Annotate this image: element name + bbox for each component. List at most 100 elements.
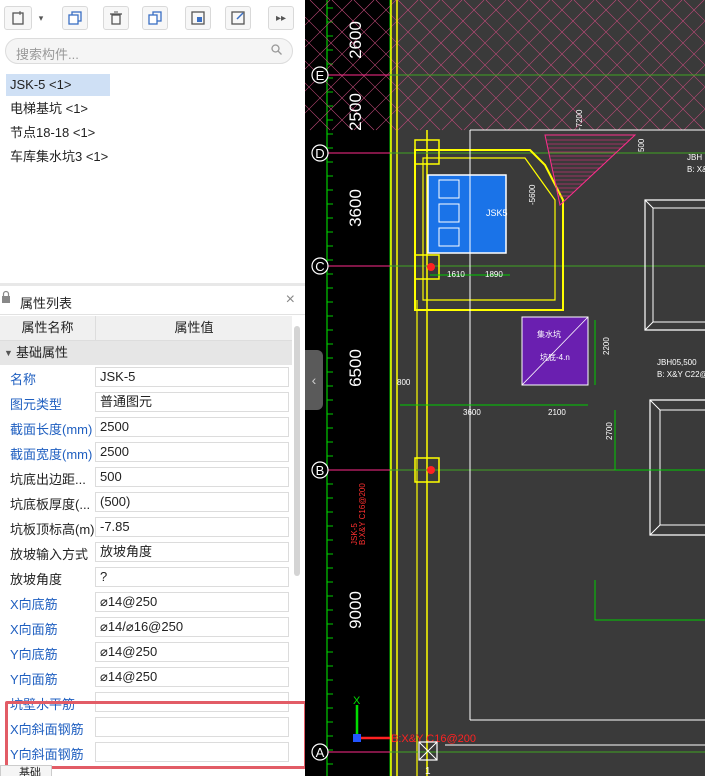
copy-button[interactable] xyxy=(62,6,88,30)
component-item-sump[interactable]: 车库集水坑3 <1> xyxy=(6,146,112,168)
property-value-input[interactable]: 普通图元 xyxy=(95,392,289,412)
property-value-input[interactable]: JSK-5 xyxy=(95,367,289,387)
property-row[interactable]: 放坡输入方式 放坡角度 xyxy=(0,540,292,565)
component-item-jsk5[interactable]: JSK-5 <1> xyxy=(6,74,110,96)
layer-copy-icon xyxy=(148,11,162,25)
cad-annotation: -7200 xyxy=(575,109,584,130)
property-name: 放坡角度 xyxy=(10,572,63,587)
property-name: 截面长度(mm) xyxy=(10,422,93,437)
cad-annotation: JBH xyxy=(687,153,702,162)
cad-annotation: 500 xyxy=(637,138,646,152)
dropdown-icon: ▾ xyxy=(38,12,44,23)
cad-annotation: B: X&Y C22@15 xyxy=(657,370,705,379)
pit-label: JSK5 xyxy=(486,208,508,218)
property-row[interactable]: 坑底板厚度(... (500) xyxy=(0,490,292,515)
property-value-input[interactable]: ⌀14@250 xyxy=(95,667,289,687)
property-name: 名称 xyxy=(10,372,37,387)
save-template-button[interactable] xyxy=(185,6,211,30)
axis-span-dimension: 3600 xyxy=(346,189,365,227)
property-name: X向面筋 xyxy=(10,622,58,637)
x-axis-label: B:X&Y C16@200 xyxy=(391,733,476,745)
property-value-input[interactable]: 放坡角度 xyxy=(95,542,289,562)
property-row[interactable]: 截面宽度(mm) 2500 xyxy=(0,440,292,465)
property-value-input[interactable]: ? xyxy=(95,567,289,587)
highlight-box xyxy=(5,701,305,769)
property-row[interactable]: Y向面筋 ⌀14@250 xyxy=(0,665,292,690)
property-row[interactable]: 名称 JSK-5 xyxy=(0,365,292,390)
component-panel: ▾ ▸▸ 搜索构件... JSK-5 <1> 电梯基坑 <1> 节点18-18 … xyxy=(0,0,305,776)
cad-annotation: 1610 xyxy=(447,270,465,279)
more-icon: ▸▸ xyxy=(275,12,287,24)
properties-scrollbar[interactable] xyxy=(294,326,300,576)
property-value-input[interactable]: 2500 xyxy=(95,417,289,437)
cad-annotation: 2700 xyxy=(605,422,614,440)
property-name: Y向底筋 xyxy=(10,647,58,662)
property-row[interactable]: 坑底出边距... 500 xyxy=(0,465,292,490)
axis-label: B xyxy=(316,463,325,478)
property-name: Y向面筋 xyxy=(10,672,58,687)
collapse-icon[interactable]: ▼ xyxy=(4,341,13,365)
axis-span-dimension: 6500 xyxy=(346,349,365,387)
new-component-button[interactable] xyxy=(4,6,32,30)
cad-annotation: 1 xyxy=(425,766,431,776)
property-name: 截面宽度(mm) xyxy=(10,447,93,462)
cad-annotation: B: X&Y xyxy=(687,165,705,174)
new-dropdown-button[interactable]: ▾ xyxy=(34,6,48,30)
cad-canvas[interactable]: JSK5 E 2600 D 2500 C 3600 B 6500 A 9000 800 1610 18… xyxy=(305,0,705,776)
y-axis-label: X xyxy=(353,695,361,707)
property-name: X向底筋 xyxy=(10,597,58,612)
col-name-header: 属性名称 xyxy=(0,316,96,340)
property-value-input[interactable]: (500) xyxy=(95,492,289,512)
properties-title: 属性列表 xyxy=(20,296,73,311)
property-value-input[interactable]: 2500 xyxy=(95,442,289,462)
property-value-input[interactable]: -7.85 xyxy=(95,517,289,537)
properties-table-header: 属性名称 属性值 xyxy=(0,316,292,341)
bottom-tab[interactable]: 基础图 xyxy=(0,765,52,776)
axis-label: A xyxy=(316,745,325,760)
col-value-header: 属性值 xyxy=(174,320,214,335)
cad-annotation: B:X&Y C16@200 xyxy=(358,483,367,545)
cad-annotation: 2100 xyxy=(548,408,566,417)
cad-annotation: 800 xyxy=(397,378,411,387)
property-value-input[interactable]: ⌀14/⌀16@250 xyxy=(95,617,289,637)
collapse-panel-button[interactable]: ‹ xyxy=(305,350,323,410)
component-toolbar: ▾ ▸▸ xyxy=(0,0,305,36)
properties-header: 属性列表 × xyxy=(0,288,305,315)
export-icon xyxy=(231,11,245,25)
search-icon[interactable] xyxy=(271,44,282,58)
property-row[interactable]: Y向底筋 ⌀14@250 xyxy=(0,640,292,665)
property-name: 坑板顶标高(m) xyxy=(10,522,94,537)
save-template-icon xyxy=(191,11,205,25)
property-row[interactable]: X向面筋 ⌀14/⌀16@250 xyxy=(0,615,292,640)
panel-divider[interactable] xyxy=(0,283,305,286)
lock-icon[interactable] xyxy=(1,290,11,307)
property-row[interactable]: 坑板顶标高(m) -7.85 xyxy=(0,515,292,540)
properties-group[interactable]: ▼ 基础属性 xyxy=(0,341,292,365)
export-button[interactable] xyxy=(225,6,251,30)
axis-span-dimension: 9000 xyxy=(346,591,365,629)
component-item-node[interactable]: 节点18-18 <1> xyxy=(6,122,99,144)
property-value-input[interactable]: ⌀14@250 xyxy=(95,642,289,662)
property-row[interactable]: 截面长度(mm) 2500 xyxy=(0,415,292,440)
cad-annotation: 2200 xyxy=(602,337,611,355)
chevron-left-icon: ‹ xyxy=(311,372,317,388)
cad-annotation: -5600 xyxy=(528,184,537,205)
component-item-elevator-pit[interactable]: 电梯基坑 <1> xyxy=(6,98,92,120)
axis-label: D xyxy=(315,146,324,161)
cad-drawing[interactable]: JSK5 E 2600 D 2500 C 3600 B 6500 A 9000 800 1610 18… xyxy=(305,0,705,776)
delete-button[interactable] xyxy=(103,6,129,30)
property-row[interactable]: X向底筋 ⌀14@250 xyxy=(0,590,292,615)
search-input[interactable]: 搜索构件... xyxy=(16,44,79,63)
close-icon[interactable]: × xyxy=(286,291,295,309)
property-value-input[interactable]: ⌀14@250 xyxy=(95,592,289,612)
property-name: 图元类型 xyxy=(10,397,63,412)
property-name: 坑底板厚度(... xyxy=(10,497,91,512)
property-row[interactable]: 放坡角度? xyxy=(0,565,292,590)
component-search[interactable]: 搜索构件... xyxy=(5,38,293,64)
property-row[interactable]: 图元类型 普通图元 xyxy=(0,390,292,415)
axis-label: C xyxy=(315,259,324,274)
more-button[interactable]: ▸▸ xyxy=(268,6,294,30)
property-value-input[interactable]: 500 xyxy=(95,467,289,487)
new-component-icon xyxy=(12,11,24,25)
layer-copy-button[interactable] xyxy=(142,6,168,30)
